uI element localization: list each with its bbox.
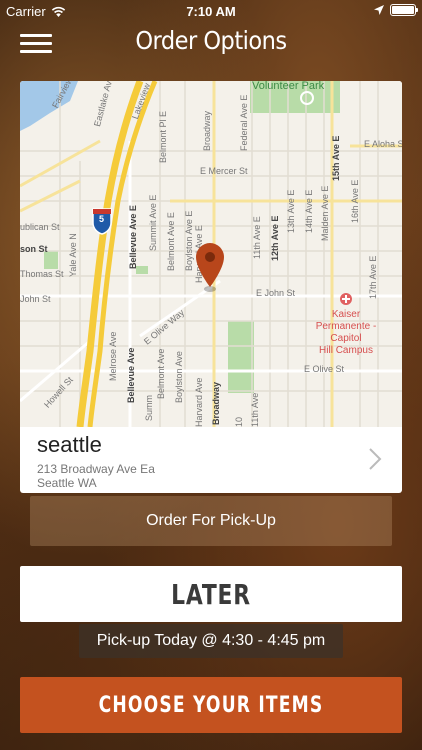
page-title: Order Options xyxy=(135,26,287,55)
map-label-thomas: Thomas St xyxy=(20,269,64,279)
map-label-e-mercer: E Mercer St xyxy=(200,166,248,176)
map-label-12th: 12th Ave E xyxy=(270,215,280,261)
map-pin-icon[interactable] xyxy=(194,241,226,293)
map-label-broadway-top: Broadway xyxy=(202,110,212,151)
map-label-kaiser: Kaiser Permanente - Capitol Hill Campus xyxy=(310,309,382,357)
map-view[interactable]: Volunteer Park Fairview Ave E Eastlake A… xyxy=(20,81,402,427)
map-label-belmont-ave: Belmont Ave E xyxy=(166,212,176,271)
map-label-kaiser-text: Kaiser Permanente - Capitol Hill Campus xyxy=(315,309,377,356)
chevron-right-icon xyxy=(369,448,382,470)
map-label-e-john: E John St xyxy=(256,288,296,298)
map-label-16th: 16th Ave E xyxy=(350,179,360,223)
pickup-time-badge[interactable]: Pick-up Today @ 4:30 - 4:45 pm xyxy=(79,624,343,658)
choose-items-label: CHOOSE YOUR ITEMS xyxy=(98,693,324,718)
map-label-boylston: Boylston Ave E xyxy=(184,210,194,271)
map-label-bellevue-bottom: Bellevue Ave xyxy=(126,347,136,403)
map-label-summit-bottom: Summ xyxy=(144,394,154,421)
map-label-boylston-bottom: Boylston Ave xyxy=(174,351,184,403)
map-label-bellevue-top: Bellevue Ave E xyxy=(128,205,138,269)
map-label-11th-bottom: 11th Ave xyxy=(250,392,260,427)
choose-items-button[interactable]: CHOOSE YOUR ITEMS xyxy=(20,677,402,733)
location-name: seattle xyxy=(37,432,102,457)
location-address: 213 Broadway Ave Ea Seattle WA xyxy=(37,462,155,490)
map-label-13th: 13th Ave E xyxy=(286,189,296,233)
interstate-number: 5 xyxy=(99,214,105,224)
map-label-broadway-bottom: Broadway xyxy=(211,381,221,425)
map-label-e-aloha: E Aloha St xyxy=(364,139,402,149)
order-pickup-label: Order For Pick-Up xyxy=(146,512,276,529)
status-bar: Carrier 7:10 AM xyxy=(0,0,422,22)
map-label-volunteer-park: Volunteer Park xyxy=(252,81,325,92)
map-label-republican: ublican St xyxy=(20,222,60,232)
later-button[interactable]: LATER xyxy=(20,566,402,622)
map-label-son-st: son St xyxy=(20,244,48,254)
location-arrow-icon xyxy=(374,5,384,15)
status-time: 7:10 AM xyxy=(186,4,236,19)
map-label-e-olive-st: E Olive St xyxy=(304,364,345,374)
map-label-federal: Federal Ave E xyxy=(239,94,249,151)
map-label-melrose: Melrose Ave xyxy=(108,331,118,381)
map-label-malden: Malden Ave E xyxy=(320,185,330,241)
status-right-icons xyxy=(374,4,418,16)
map-label-belmont-pl: Belmont Pl E xyxy=(158,110,168,163)
map-label-14th: 14th Ave E xyxy=(304,189,314,233)
map-label-john-left: John St xyxy=(20,294,51,304)
battery-icon xyxy=(390,4,418,16)
location-selector[interactable]: seattle 213 Broadway Ave Ea Seattle WA xyxy=(20,427,402,493)
map-label-summit: Summit Ave E xyxy=(148,194,158,251)
location-card: Volunteer Park Fairview Ave E Eastlake A… xyxy=(20,81,402,493)
later-label: LATER xyxy=(171,578,251,611)
address-line-2: Seattle WA xyxy=(37,476,97,490)
map-label-belmont-bottom: Belmont Ave xyxy=(156,348,166,399)
map-label-15th: 15th Ave E xyxy=(331,135,341,181)
map-label-17th: 17th Ave E xyxy=(368,255,378,299)
map-label-10-bottom: 10 xyxy=(234,416,244,427)
pickup-time-label: Pick-up Today @ 4:30 - 4:45 pm xyxy=(96,632,326,649)
nav-bar: Order Options xyxy=(0,22,422,66)
order-pickup-button[interactable]: Order For Pick-Up xyxy=(30,496,392,546)
map-label-11th: 11th Ave E xyxy=(252,216,262,259)
address-line-1: 213 Broadway Ave Ea xyxy=(37,462,155,476)
map-label-harvard-bottom: Harvard Ave xyxy=(194,377,204,427)
map-label-yale: Yale Ave N xyxy=(68,233,78,277)
